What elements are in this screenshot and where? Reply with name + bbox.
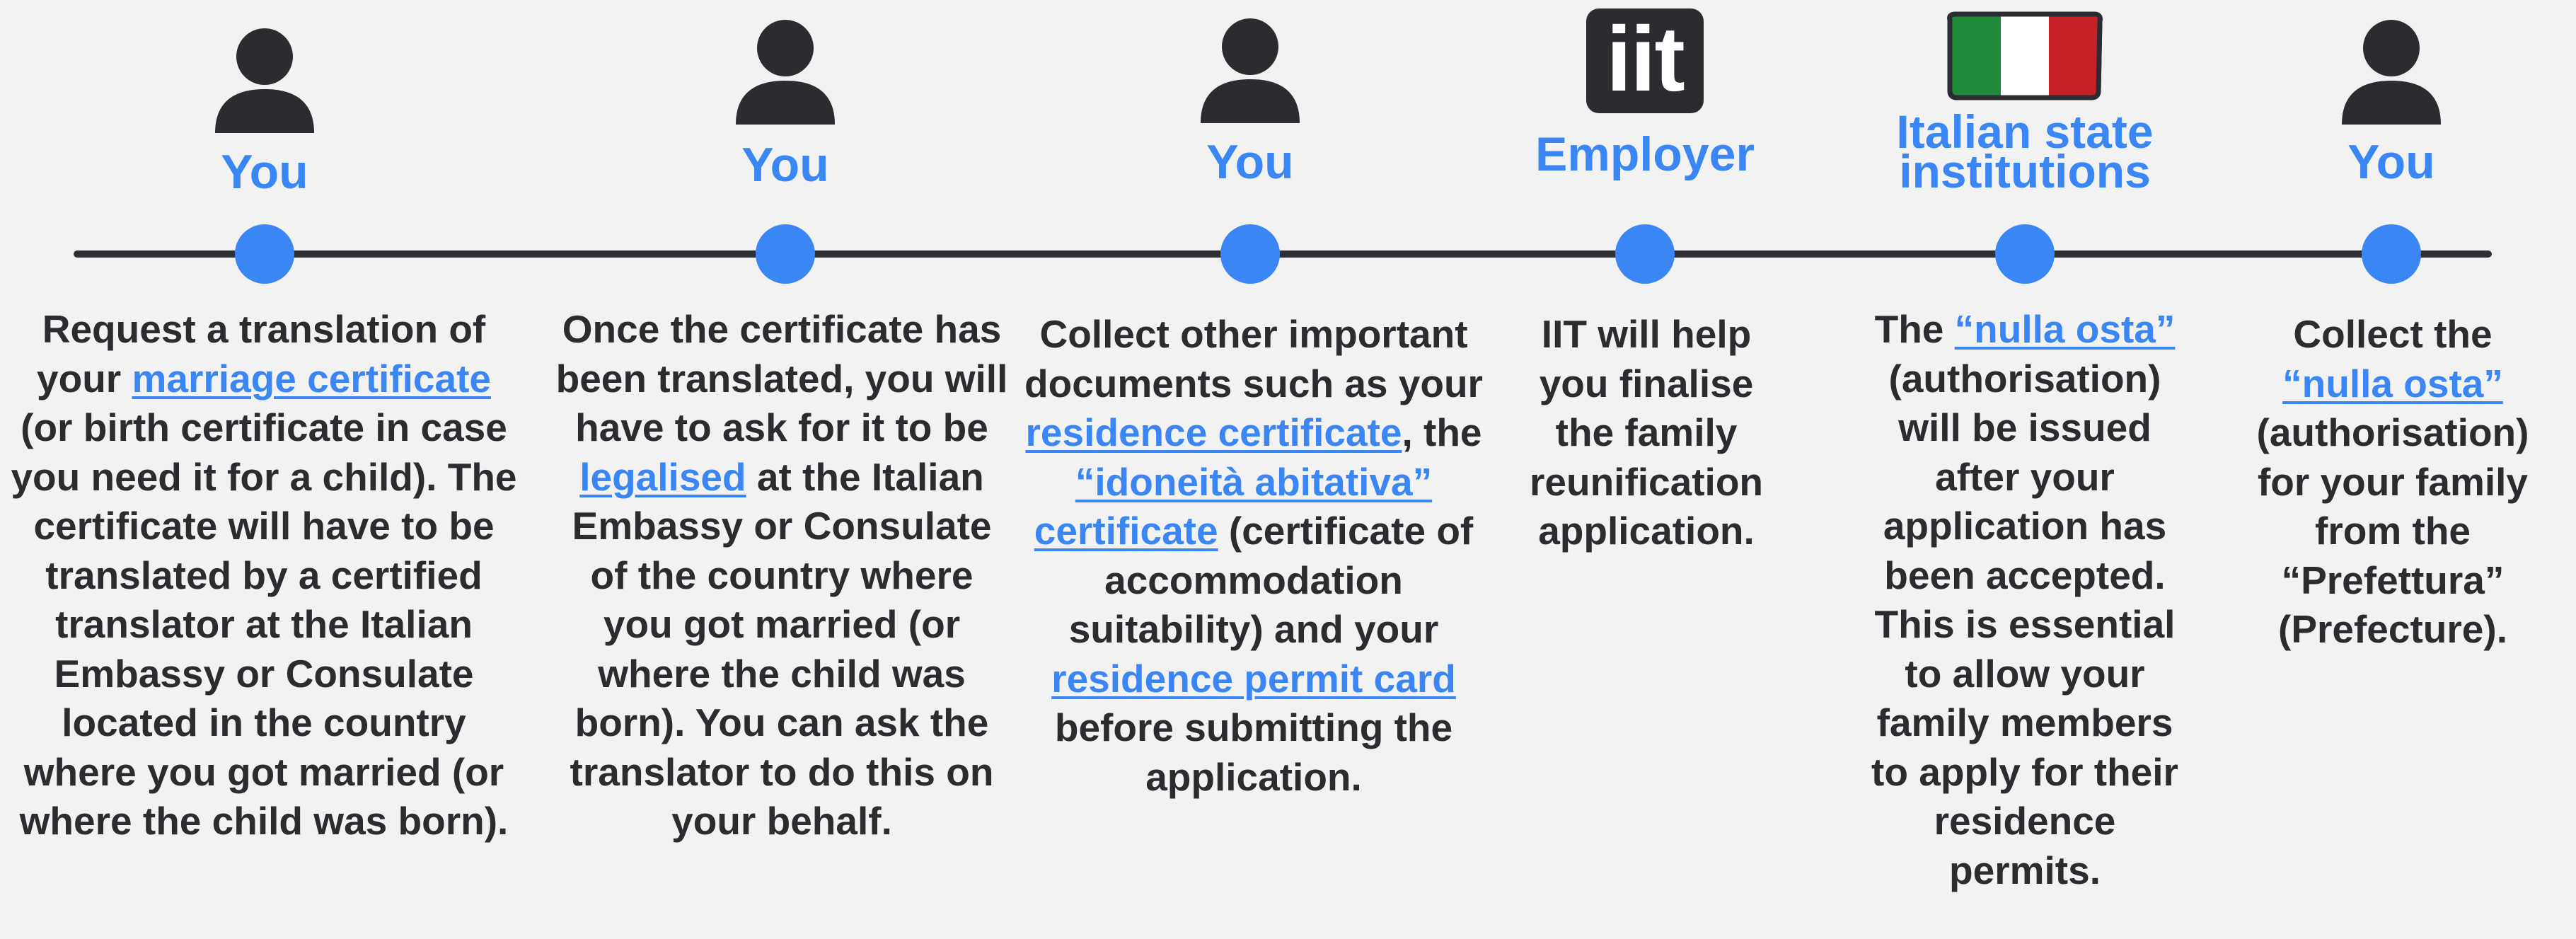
step-description: Collect the “nulla osta” (authorisation)… [2237, 310, 2548, 655]
description-text: before submitting the application. [1054, 705, 1453, 799]
actor-icon-wrapper [1199, 17, 1301, 128]
description-text: (authorisation) will be issued after you… [1871, 356, 2178, 892]
actor-label: You [2347, 135, 2435, 189]
step-description: IIT will help you finalise the family re… [1512, 310, 1781, 556]
logo-text: iit [1606, 7, 1685, 110]
actor-label: You [221, 145, 308, 199]
timeline-dot [1220, 224, 1280, 284]
description-text: Collect the [2293, 312, 2493, 356]
document-link[interactable]: “nulla osta” [1955, 307, 2176, 351]
description-text: at the Italian Embassy or Consulate of t… [570, 454, 994, 843]
person-icon [1201, 18, 1300, 123]
timeline-dot [2362, 224, 2421, 284]
description-text: IIT will help you finalise the family re… [1529, 312, 1764, 553]
actor-label: You [741, 138, 829, 192]
step-description: Request a translation of your marriage c… [6, 305, 522, 846]
description-text: Collect other important documents such a… [1024, 312, 1483, 405]
description-text: Once the certificate has been translated… [555, 307, 1008, 449]
step-description: The “nulla osta” (authorisation) will be… [1859, 305, 2191, 895]
timeline-dot [1995, 224, 2055, 284]
actor-label: Italian state institutions [1896, 105, 2154, 197]
timeline-dot [235, 224, 294, 284]
document-link[interactable]: marriage certificate [132, 357, 491, 401]
step-description: Collect other important documents such a… [1020, 310, 1487, 802]
timeline-dot [1615, 224, 1675, 284]
description-text: (or birth certificate in case you need i… [11, 405, 517, 843]
actor-icon-wrapper [214, 27, 316, 138]
actor-label: You [1206, 135, 1294, 189]
timeline-line [74, 250, 2492, 258]
step-description: Once the certificate has been translated… [555, 305, 1008, 846]
italian-flag-icon [1947, 11, 2103, 100]
person-icon [736, 20, 835, 125]
document-link[interactable]: “nulla osta” [2282, 362, 2503, 405]
document-link[interactable]: legalised [579, 455, 746, 499]
flag-wrapper [1946, 11, 2104, 104]
iit-logo-icon: iit [1586, 8, 1704, 113]
document-link[interactable]: residence certificate [1025, 410, 1402, 454]
document-link[interactable]: residence permit card [1051, 657, 1456, 701]
actor-label: Employer [1535, 127, 1755, 181]
timeline-dot [756, 224, 815, 284]
person-icon [215, 28, 314, 133]
description-text: The [1874, 307, 1955, 351]
description-text: , the [1402, 410, 1482, 454]
actor-icon-wrapper [734, 18, 836, 129]
description-text: (authorisation) for your family from the… [2256, 410, 2529, 651]
actor-icon-wrapper [2340, 18, 2442, 129]
person-icon [2342, 20, 2441, 125]
